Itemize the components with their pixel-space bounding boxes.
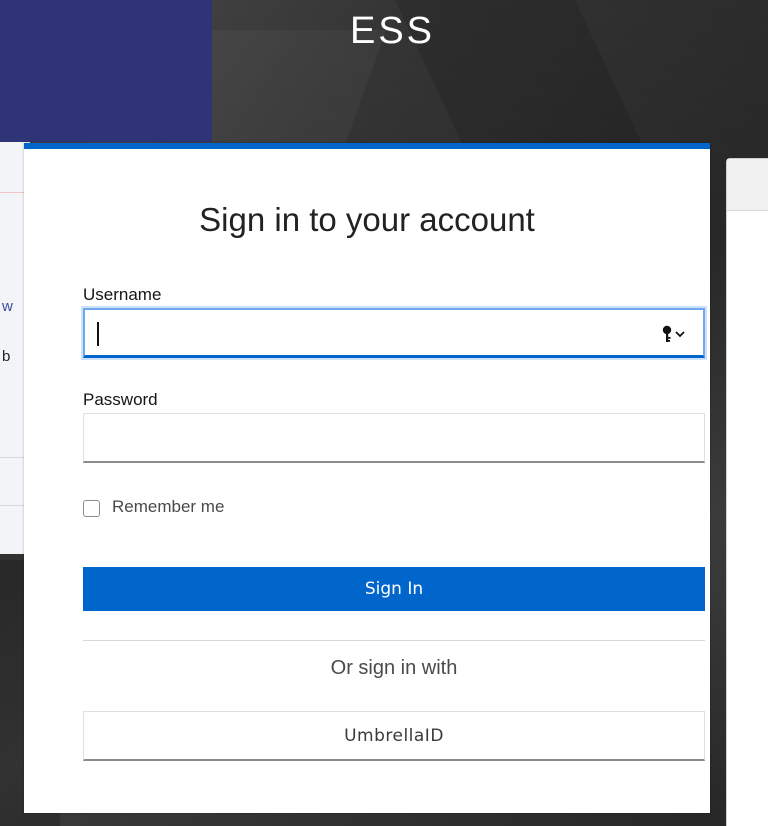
remember-me-label[interactable]: Remember me [112,497,224,517]
text-caret [97,322,99,346]
login-title: Sign in to your account [199,201,535,238]
password-input[interactable] [83,413,705,463]
umbrellaid-login-button[interactable]: UmbrellaID [83,711,705,761]
sign-in-button[interactable]: Sign In [83,567,705,611]
key-dropdown-icon[interactable] [661,324,691,344]
background-side-panel [726,158,768,826]
username-label: Username [83,285,162,304]
background-app-text: w [2,298,13,315]
username-input[interactable] [83,308,705,358]
brand-title: ESS [349,10,436,52]
background-app-text: b [2,348,11,365]
divider [83,640,705,641]
or-sign-in-with-text: Or sign in with [330,657,458,679]
remember-me-checkbox[interactable] [83,500,100,517]
login-card: Sign in to your account Username Passwor… [24,143,710,813]
password-label: Password [83,390,158,409]
background-side-panel-header [727,159,768,211]
